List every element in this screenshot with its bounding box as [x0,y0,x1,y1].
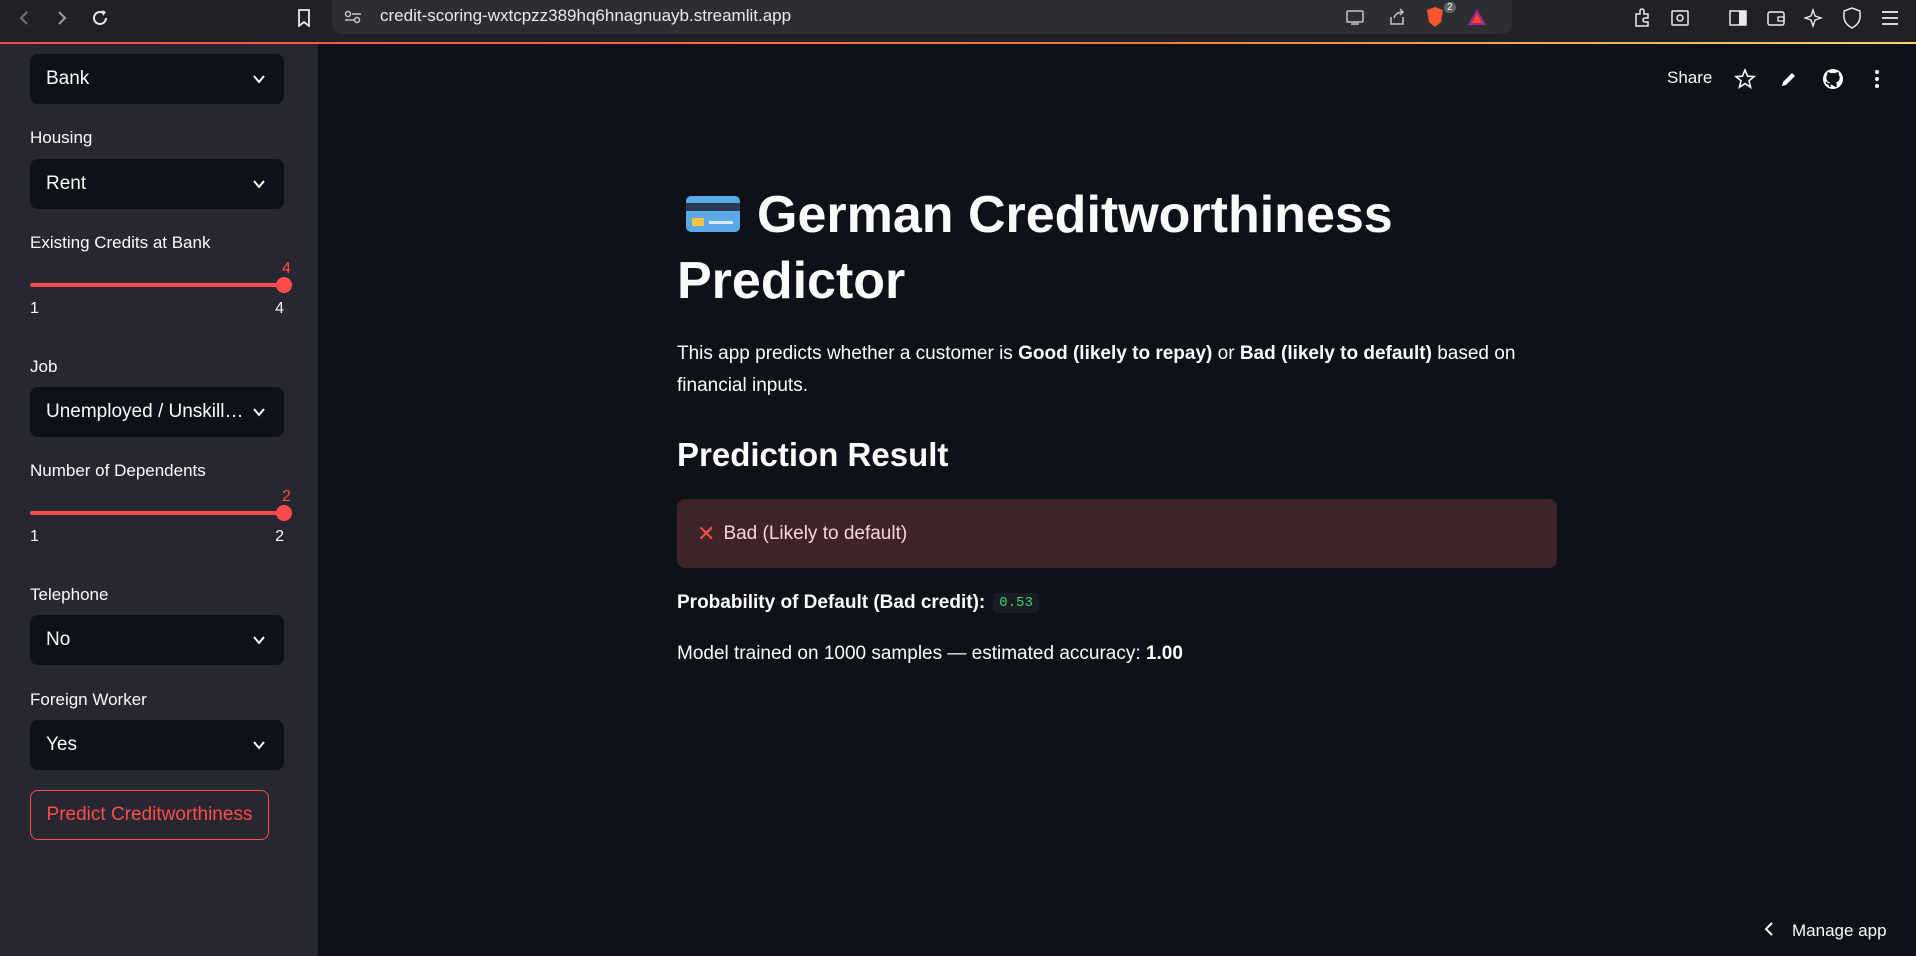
share-button[interactable]: Share [1667,68,1712,88]
existing-credits-label: Existing Credits at Bank [30,233,211,252]
cross-mark-icon: ✕ [697,520,716,546]
housing-label: Housing [30,128,93,147]
app-description: This app predicts whether a customer is … [677,343,1516,396]
bookmark-icon[interactable] [290,4,318,32]
page-title: German Creditworthiness Predictor [677,184,1393,310]
url-text[interactable]: credit-scoring-wxtcpzz389hq6hnagnuayb.st… [380,6,791,26]
slider-thumb[interactable] [276,277,292,293]
share-page-icon[interactable] [1386,6,1408,28]
job-label: Job [30,357,58,376]
sidebar: Bank Housing Rent Existing Credits at Ba… [0,44,318,956]
slider-max: 4 [275,300,284,317]
chevron-left-icon [1764,920,1774,941]
reload-icon[interactable] [86,4,114,32]
edit-icon[interactable] [1776,66,1802,92]
more-options-icon[interactable] [1864,66,1890,92]
telephone-label: Telephone [30,585,109,604]
purpose-select[interactable]: Bank [30,54,284,104]
slider-max: 2 [275,528,284,545]
foreign-worker-label: Foreign Worker [30,690,147,709]
slider-current-value: 2 [282,488,291,505]
slider-min: 1 [30,300,39,317]
foreign-worker-select[interactable]: Yes [30,720,284,770]
cast-icon[interactable] [1344,6,1366,28]
slider-current-value: 4 [282,260,291,277]
sidebar-toggle-icon[interactable] [1724,4,1752,32]
manage-app-button[interactable]: Manage app [1764,920,1887,941]
slider-track[interactable] [30,283,284,287]
dependents-slider[interactable]: 2 1 2 [30,488,292,548]
menu-icon[interactable] [1876,4,1904,32]
model-info: Model trained on 1000 samples — estimate… [677,643,1183,664]
chevron-down-icon [250,175,268,193]
leo-ai-icon[interactable] [1800,4,1828,32]
chevron-down-icon [250,70,268,88]
browser-toolbar: credit-scoring-wxtcpzz389hq6hnagnuayb.st… [0,0,1916,42]
accuracy-value: 1.00 [1145,643,1183,664]
shield-count-badge: 2 [1444,2,1456,13]
chevron-down-icon [250,631,268,649]
probability-value: 0.53 [993,593,1039,613]
credit-card-icon [685,184,741,232]
extensions-icon[interactable] [1628,4,1656,32]
existing-credits-slider[interactable]: 4 1 4 [30,260,292,320]
brave-shield-icon[interactable] [1424,6,1446,28]
probability-line: Probability of Default (Bad credit): 0.5… [677,592,1039,614]
dependents-label: Number of Dependents [30,461,206,480]
address-bar[interactable]: credit-scoring-wxtcpzz389hq6hnagnuayb.st… [332,0,1512,34]
screenshot-icon[interactable] [1666,4,1694,32]
telephone-select[interactable]: No [30,615,284,665]
star-icon[interactable] [1732,66,1758,92]
github-icon[interactable] [1820,66,1846,92]
prediction-result-text: Bad (Likely to default) [723,522,908,544]
job-select[interactable]: Unemployed / Unskilled - Non-resident [30,387,284,437]
predict-button[interactable]: Predict Creditworthiness [30,790,269,840]
forward-icon[interactable] [48,4,76,32]
chevron-down-icon [250,403,268,421]
prediction-result-alert: ✕ Bad (Likely to default) [677,499,1557,568]
vpn-icon[interactable] [1838,4,1866,32]
brave-rewards-icon[interactable] [1466,6,1488,28]
slider-track[interactable] [30,511,284,515]
slider-min: 1 [30,528,39,545]
housing-select[interactable]: Rent [30,159,284,209]
back-icon[interactable] [10,4,38,32]
section-title: Prediction Result [677,436,949,473]
site-settings-icon[interactable] [342,6,364,28]
wallet-icon[interactable] [1762,4,1790,32]
chevron-down-icon [250,736,268,754]
probability-label: Probability of Default (Bad credit): [677,592,986,613]
slider-thumb[interactable] [276,505,292,521]
